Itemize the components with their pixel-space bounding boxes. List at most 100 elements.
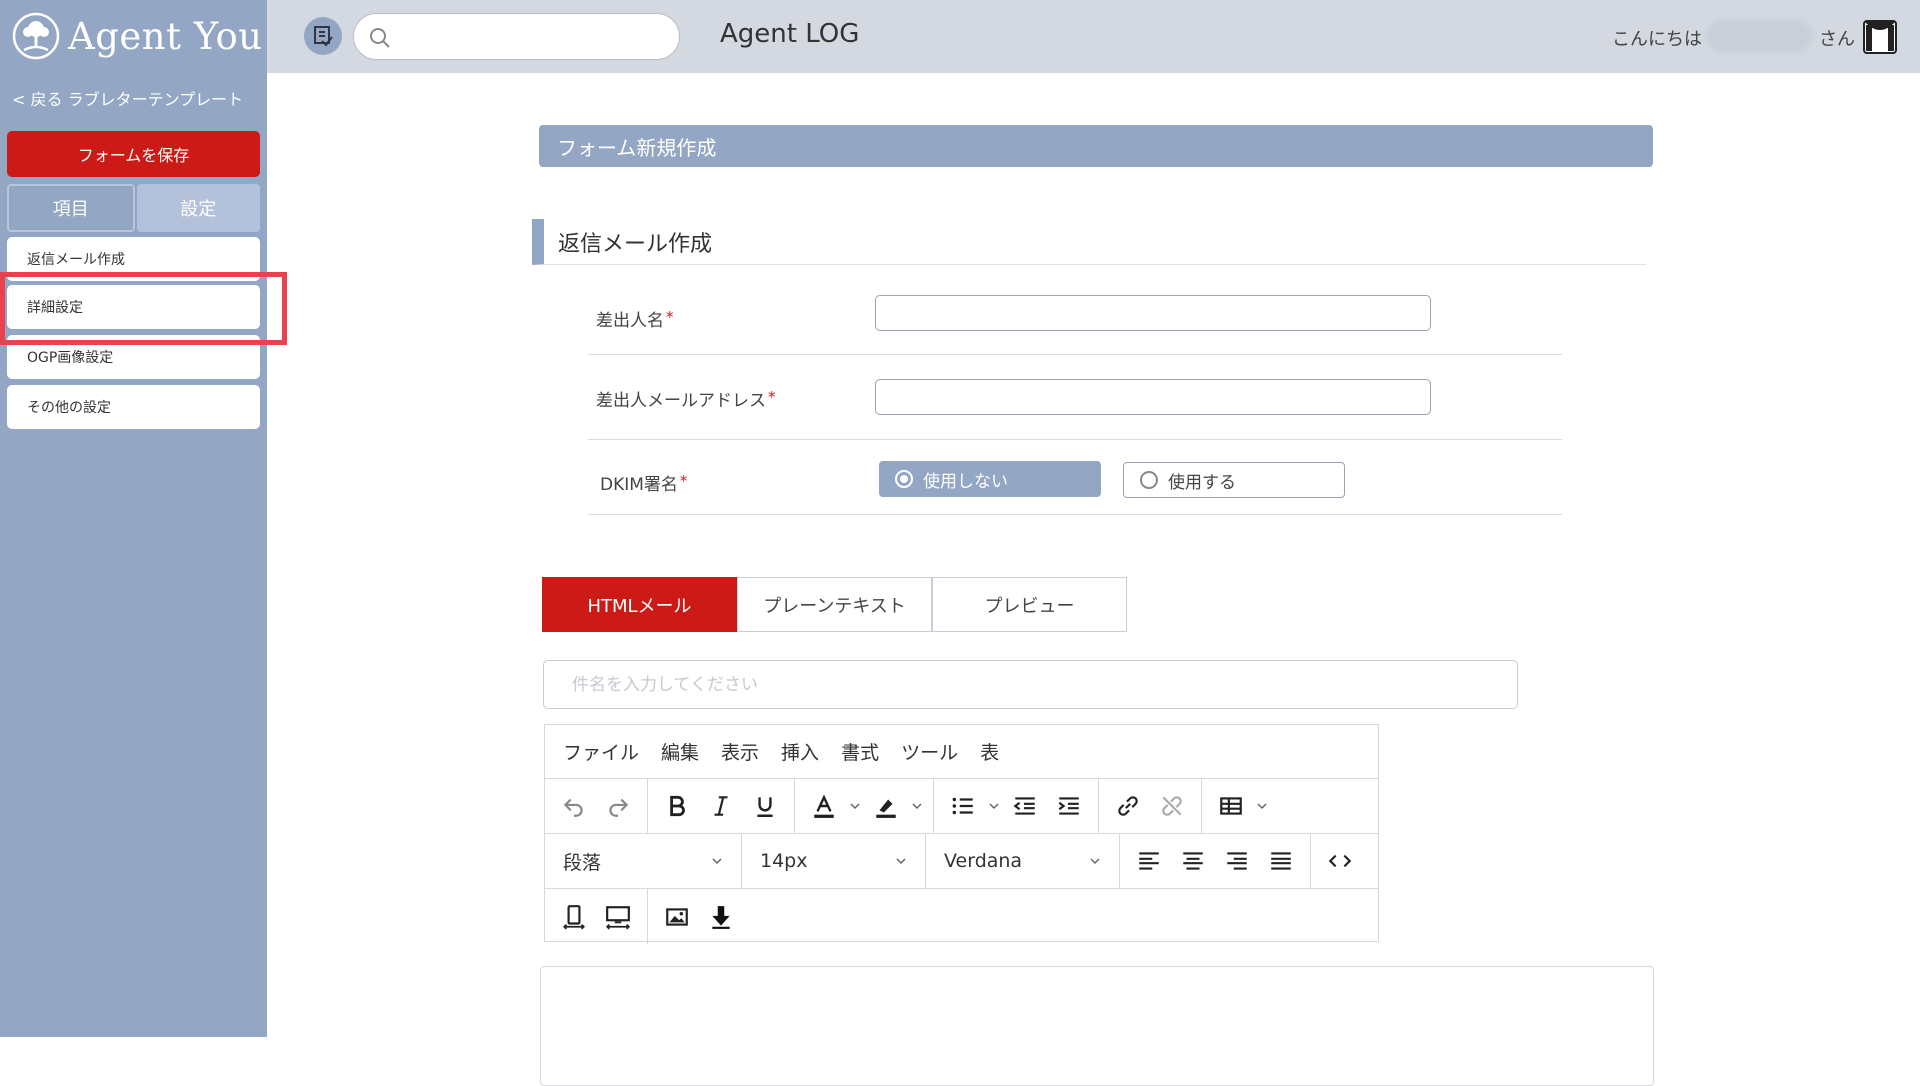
dkim-label: DKIM署名 * — [600, 470, 687, 495]
tree-logo-icon — [12, 12, 60, 60]
code-group — [1311, 834, 1369, 888]
sender-email-label-text: 差出人メールアドレス — [596, 391, 766, 411]
italic-button[interactable] — [702, 787, 740, 825]
font-family-select[interactable]: Verdana — [926, 834, 1120, 888]
app-title: Agent LOG — [720, 19, 860, 49]
align-right-button[interactable] — [1218, 842, 1256, 880]
block-format-value: 段落 — [563, 851, 602, 874]
font-size-value: 14px — [760, 850, 808, 872]
history-group — [545, 779, 648, 833]
sidebar-item-reply-mail[interactable]: 返信メール作成 — [7, 237, 260, 281]
align-justify-button[interactable] — [1262, 842, 1300, 880]
page-header: フォーム新規作成 — [539, 125, 1653, 167]
tab-plain-text[interactable]: プレーンテキスト — [737, 577, 932, 632]
insert-table-button[interactable] — [1212, 787, 1250, 825]
align-center-button[interactable] — [1174, 842, 1212, 880]
sidebar-item-other-settings[interactable]: その他の設定 — [7, 385, 260, 429]
image-icon — [666, 907, 688, 926]
section-title: 返信メール作成 — [532, 219, 1646, 265]
sender-name-label: 差出人名 * — [596, 306, 674, 331]
sidebar-item-detail-settings[interactable]: 詳細設定 — [7, 285, 260, 329]
menu-edit[interactable]: 編集 — [661, 738, 699, 765]
undo-button[interactable] — [555, 787, 593, 825]
highlight-color-button[interactable] — [867, 787, 905, 825]
sender-name-input[interactable] — [875, 295, 1431, 331]
sender-name-row: 差出人名 * — [588, 286, 1562, 355]
align-group — [1120, 834, 1311, 888]
menu-tools[interactable]: ツール — [901, 738, 958, 765]
required-mark: * — [768, 388, 776, 406]
chevron-down-icon[interactable] — [988, 800, 1000, 812]
menu-view[interactable]: 表示 — [721, 738, 759, 765]
redo-button[interactable] — [599, 787, 637, 825]
block-format-select[interactable]: 段落 — [545, 834, 742, 888]
outdent-button[interactable] — [1006, 787, 1044, 825]
save-form-button[interactable]: フォームを保存 — [7, 131, 260, 177]
insert-image-button[interactable] — [658, 898, 696, 936]
toolbar-row-formatting — [545, 779, 1378, 834]
back-link[interactable]: < 戻る ラブレターテンプレート — [12, 86, 243, 110]
tab-html-mail[interactable]: HTMLメール — [542, 577, 737, 632]
link-group — [1099, 779, 1202, 833]
tab-preview[interactable]: プレビュー — [932, 577, 1127, 632]
search-input[interactable] — [398, 18, 668, 55]
menu-insert[interactable]: 挿入 — [781, 738, 819, 765]
menu-file[interactable]: ファイル — [563, 738, 639, 765]
dkim-option-disable-label: 使用しない — [923, 471, 1008, 492]
text-style-group — [648, 779, 795, 833]
redo-icon — [609, 798, 629, 817]
underline-button[interactable] — [746, 787, 784, 825]
sidebar-item-ogp-image[interactable]: OGP画像設定 — [7, 335, 260, 379]
chevron-down-icon[interactable] — [849, 800, 861, 812]
bold-icon — [670, 795, 685, 817]
editor-content-area[interactable] — [540, 966, 1654, 1086]
mobile-preview-button[interactable] — [555, 898, 593, 936]
font-size-select[interactable]: 14px — [742, 834, 926, 888]
sender-email-input[interactable] — [875, 379, 1431, 415]
radio-unselected-icon — [1140, 471, 1158, 489]
text-color-button[interactable] — [805, 787, 843, 825]
mobile-icon — [563, 904, 585, 930]
table-icon — [1220, 797, 1242, 815]
bold-button[interactable] — [658, 787, 696, 825]
sender-name-label-text: 差出人名 — [596, 311, 664, 331]
menu-format[interactable]: 書式 — [841, 738, 879, 765]
search-box — [353, 13, 680, 60]
topbar: Agent LOG こんにちは さん — [267, 0, 1920, 73]
toolbar-row-media — [545, 889, 1378, 944]
user-avatar-icon[interactable] — [1862, 19, 1898, 55]
italic-icon — [714, 796, 728, 816]
link-icon — [1118, 796, 1138, 816]
insert-link-button[interactable] — [1109, 787, 1147, 825]
radio-selected-icon — [895, 470, 913, 488]
menu-toggle-button[interactable] — [304, 17, 342, 55]
tab-items[interactable]: 項目 — [7, 184, 135, 232]
bullet-list-button[interactable] — [944, 787, 982, 825]
subject-input[interactable] — [543, 660, 1518, 709]
chevron-down-icon[interactable] — [911, 800, 923, 812]
chevron-down-icon[interactable] — [1256, 800, 1268, 812]
sidebar-tabs: 項目 設定 — [7, 184, 260, 232]
download-button[interactable] — [702, 898, 740, 936]
code-icon — [1328, 854, 1352, 868]
preview-device-group — [545, 889, 648, 944]
color-group — [795, 779, 934, 833]
toolbar-row-blocks: 段落 14px Verdana — [545, 834, 1378, 889]
list-group — [934, 779, 1099, 833]
indent-button[interactable] — [1050, 787, 1088, 825]
dkim-option-enable-label: 使用する — [1168, 472, 1236, 493]
font-family-value: Verdana — [944, 850, 1023, 872]
logo[interactable]: Agent You — [12, 8, 263, 64]
indent-icon — [1058, 797, 1079, 815]
dkim-option-disable[interactable]: 使用しない — [879, 461, 1101, 497]
align-left-button[interactable] — [1130, 842, 1168, 880]
honorific-text: さん — [1819, 29, 1855, 50]
check-doc-icon — [314, 26, 333, 47]
tab-settings[interactable]: 設定 — [136, 184, 260, 232]
align-justify-icon — [1271, 852, 1291, 870]
unlink-button[interactable] — [1153, 787, 1191, 825]
dkim-option-enable[interactable]: 使用する — [1123, 462, 1345, 498]
desktop-preview-button[interactable] — [599, 898, 637, 936]
menu-table[interactable]: 表 — [980, 738, 999, 765]
source-code-button[interactable] — [1321, 842, 1359, 880]
